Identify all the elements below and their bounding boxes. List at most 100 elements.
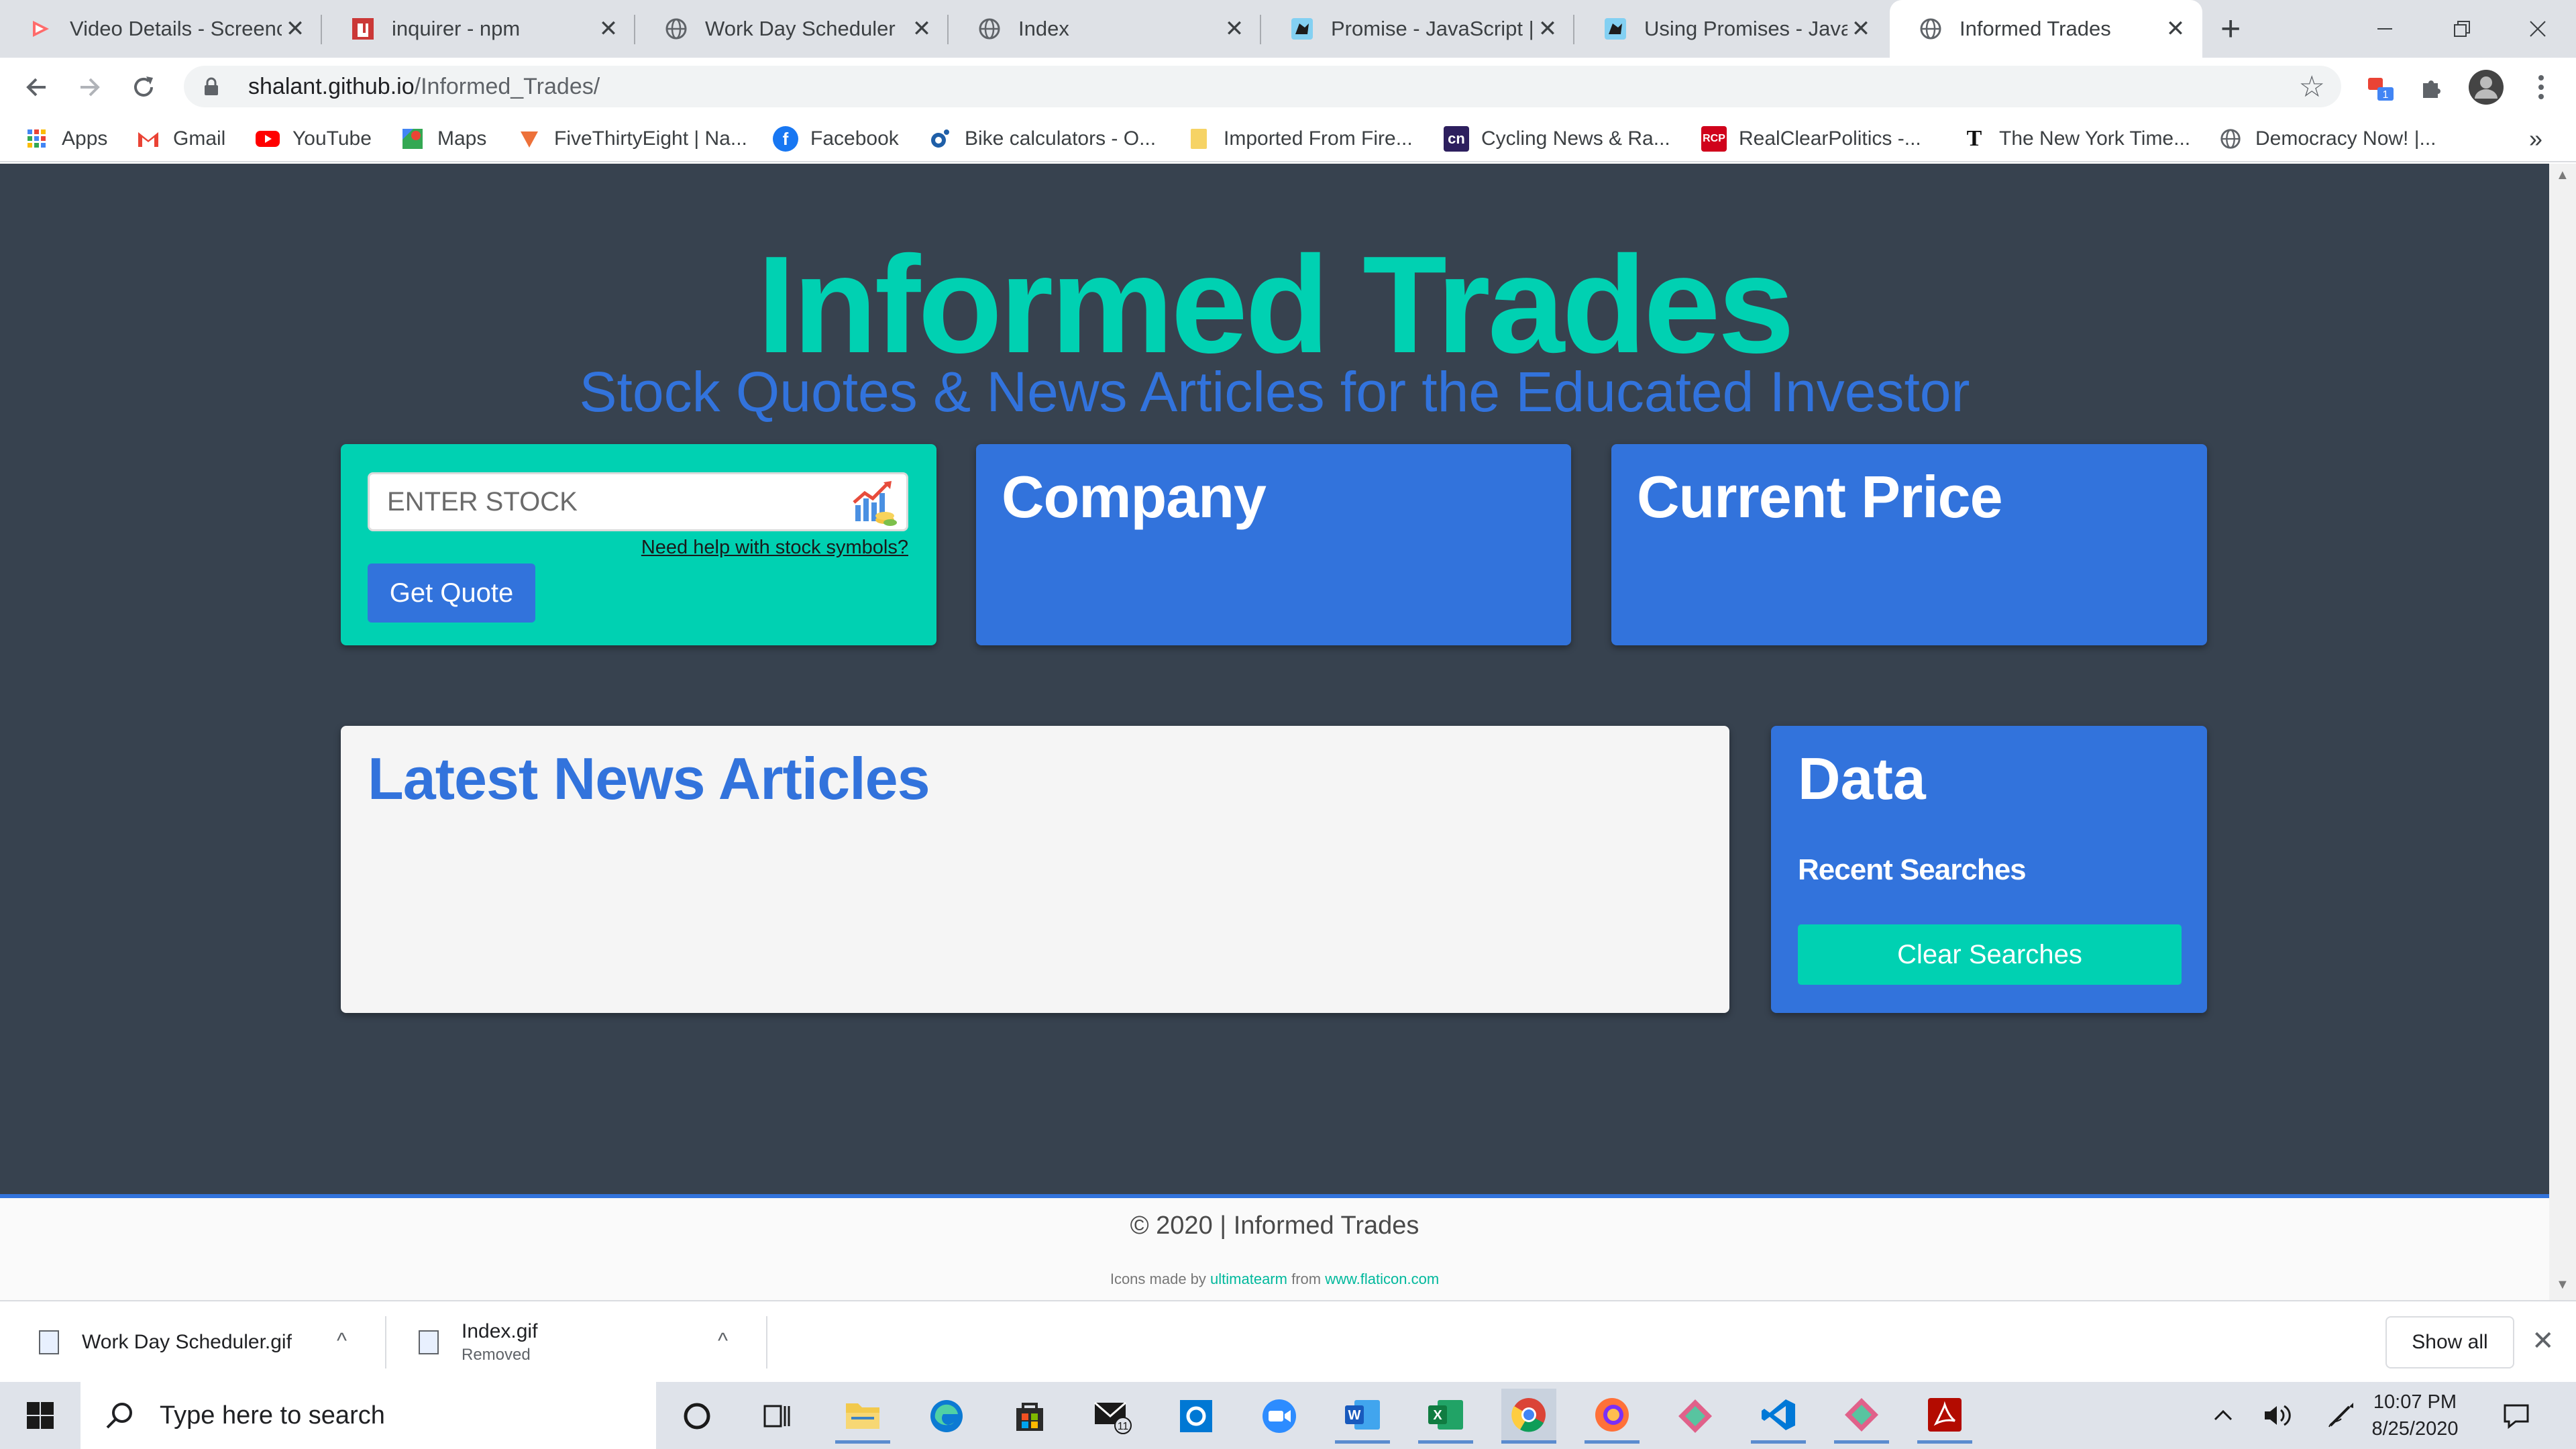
download-options-caret-icon[interactable]: ^ (337, 1328, 347, 1353)
svg-text:1: 1 (2383, 89, 2389, 101)
tab-inquirer-npm[interactable]: inquirer - npm ✕ (322, 0, 635, 58)
address-bar[interactable]: shalant.github.io/Informed_Trades/ ☆ (184, 66, 2341, 107)
scroll-up-arrow-icon[interactable]: ▲ (2556, 168, 2569, 183)
word-icon[interactable]: W (1335, 1389, 1390, 1444)
image-file-icon (39, 1330, 59, 1354)
stock-symbol-input[interactable] (370, 474, 906, 529)
close-icon[interactable]: ✕ (2162, 15, 2189, 42)
extension-puzzle-badge-icon[interactable]: 1 (2360, 67, 2400, 107)
url-host: shalant.github.io (248, 73, 415, 99)
get-quote-button[interactable]: Get Quote (368, 564, 535, 623)
flaticon-link[interactable]: www.flaticon.com (1325, 1271, 1439, 1287)
edge-icon[interactable] (919, 1389, 974, 1444)
close-icon[interactable]: ✕ (1847, 15, 1874, 42)
minimize-icon[interactable] (2346, 0, 2423, 58)
back-arrow-icon[interactable] (16, 67, 56, 107)
zoom-icon[interactable] (1252, 1389, 1307, 1444)
url-path: /Informed_Trades/ (414, 73, 600, 99)
bookmark-bike-calculators[interactable]: Bike calculators - O... (927, 115, 1156, 162)
bookmark-apps[interactable]: Apps (24, 115, 107, 162)
tray-chevron-up-icon[interactable] (2211, 1382, 2235, 1449)
pen-workspace-icon[interactable] (2325, 1382, 2356, 1449)
footer-copyright: © 2020 | Informed Trades (1130, 1212, 1419, 1240)
firefox-icon[interactable] (1585, 1389, 1640, 1444)
excel-icon[interactable]: X (1418, 1389, 1473, 1444)
tab-promise-mdn[interactable]: Promise - JavaScript | MDN ✕ (1261, 0, 1574, 58)
close-icon[interactable]: ✕ (282, 15, 309, 42)
stock-symbol-help-link[interactable]: Need help with stock symbols? (641, 537, 908, 559)
notifications-icon[interactable] (2501, 1382, 2532, 1449)
tab-work-day-scheduler[interactable]: Work Day Scheduler ✕ (635, 0, 949, 58)
close-downloads-icon[interactable]: ✕ (2532, 1326, 2555, 1356)
data-heading: Data (1798, 745, 1926, 812)
scroll-down-arrow-icon[interactable]: ▼ (2556, 1277, 2569, 1293)
bookmark-nytimes[interactable]: T The New York Time... (1962, 115, 2190, 162)
bike-calculator-icon (927, 126, 953, 152)
download-item-work-day-scheduler[interactable]: Work Day Scheduler.gif (39, 1301, 292, 1383)
bookmark-facebook[interactable]: f Facebook (773, 115, 899, 162)
show-all-downloads-button[interactable]: Show all (2385, 1316, 2514, 1368)
profile-avatar[interactable] (2466, 67, 2506, 107)
gmail-icon (136, 126, 161, 152)
gitkraken-icon[interactable] (1668, 1389, 1723, 1444)
file-explorer-icon[interactable] (835, 1389, 890, 1444)
current-price-heading: Current Price (1637, 464, 2003, 530)
page-content: Informed Trades Stock Quotes & News Arti… (0, 164, 2549, 1194)
bookmark-youtube[interactable]: YouTube (255, 115, 372, 162)
tab-strip: Video Details - Screencastify ✕ inquirer… (0, 0, 2576, 58)
bookmark-realclearpolitics[interactable]: RCP RealClearPolitics -... (1701, 115, 1921, 162)
tab-informed-trades[interactable]: Informed Trades ✕ (1890, 0, 2202, 58)
task-view-icon[interactable] (750, 1389, 805, 1444)
cortana-icon[interactable] (669, 1389, 724, 1444)
bookmarks-overflow-button[interactable]: » (2529, 115, 2542, 162)
windows-start-icon[interactable] (0, 1382, 80, 1449)
window-close-icon[interactable] (2499, 0, 2576, 58)
bookmark-gmail[interactable]: Gmail (136, 115, 225, 162)
svg-text:X: X (1433, 1408, 1442, 1423)
vscode-icon[interactable] (1751, 1389, 1806, 1444)
tab-index[interactable]: Index ✕ (949, 0, 1261, 58)
bookmark-democracy-now[interactable]: Democracy Now! |... (2218, 115, 2436, 162)
mail-icon[interactable]: 11 (1085, 1389, 1140, 1444)
taskbar-search-box[interactable]: Type here to search (80, 1382, 656, 1449)
svg-text:11: 11 (1118, 1421, 1129, 1432)
taskbar-clock[interactable]: 10:07 PM 8/25/2020 (2361, 1389, 2469, 1442)
chrome-icon[interactable] (1501, 1389, 1556, 1444)
tab-video-details[interactable]: Video Details - Screencastify ✕ (0, 0, 322, 58)
globe-icon (2218, 126, 2243, 152)
mdn-icon (1603, 16, 1628, 42)
bookmark-imported-folder[interactable]: Imported From Fire... (1186, 115, 1413, 162)
gitkraken-icon[interactable] (1834, 1389, 1889, 1444)
close-icon[interactable]: ✕ (595, 15, 622, 42)
bookmark-maps[interactable]: Maps (400, 115, 486, 162)
download-item-index[interactable]: Index.gif Removed (419, 1301, 537, 1383)
outlook-icon[interactable] (1169, 1389, 1224, 1444)
close-icon[interactable]: ✕ (1534, 15, 1561, 42)
bookmark-fivethirtyeight[interactable]: FiveThirtyEight | Na... (517, 115, 747, 162)
image-file-icon (419, 1330, 439, 1354)
maps-icon (400, 126, 425, 152)
footer-credits: Icons made by ultimatearm from www.flati… (1110, 1271, 1440, 1287)
clear-searches-button[interactable]: Clear Searches (1798, 924, 2182, 985)
tab-using-promises[interactable]: Using Promises - JavaScript ✕ (1574, 0, 1888, 58)
extensions-icon[interactable] (2411, 67, 2451, 107)
close-icon[interactable]: ✕ (1221, 15, 1248, 42)
reload-icon[interactable] (123, 67, 164, 107)
acrobat-icon[interactable] (1917, 1389, 1972, 1444)
close-icon[interactable]: ✕ (908, 15, 935, 42)
volume-icon[interactable] (2262, 1382, 2293, 1449)
icon-author-link[interactable]: ultimatearm (1210, 1271, 1287, 1287)
forward-arrow-icon[interactable] (70, 67, 110, 107)
restore-icon[interactable] (2423, 0, 2500, 58)
bookmark-star-icon[interactable]: ☆ (2299, 70, 2325, 104)
mdn-icon (1289, 16, 1315, 42)
menu-dots-icon[interactable] (2521, 67, 2561, 107)
download-options-caret-icon[interactable]: ^ (718, 1328, 728, 1353)
page-scrollbar[interactable]: ▲ ▼ (2549, 164, 2576, 1300)
new-tab-button[interactable]: + (2220, 11, 2241, 46)
store-icon[interactable] (1002, 1389, 1057, 1444)
bookmark-cycling-news[interactable]: cn Cycling News & Ra... (1444, 115, 1670, 162)
stock-search-card: Need help with stock symbols? Get Quote (341, 444, 936, 645)
globe-icon (1918, 16, 1943, 42)
company-card: Company (976, 444, 1571, 645)
